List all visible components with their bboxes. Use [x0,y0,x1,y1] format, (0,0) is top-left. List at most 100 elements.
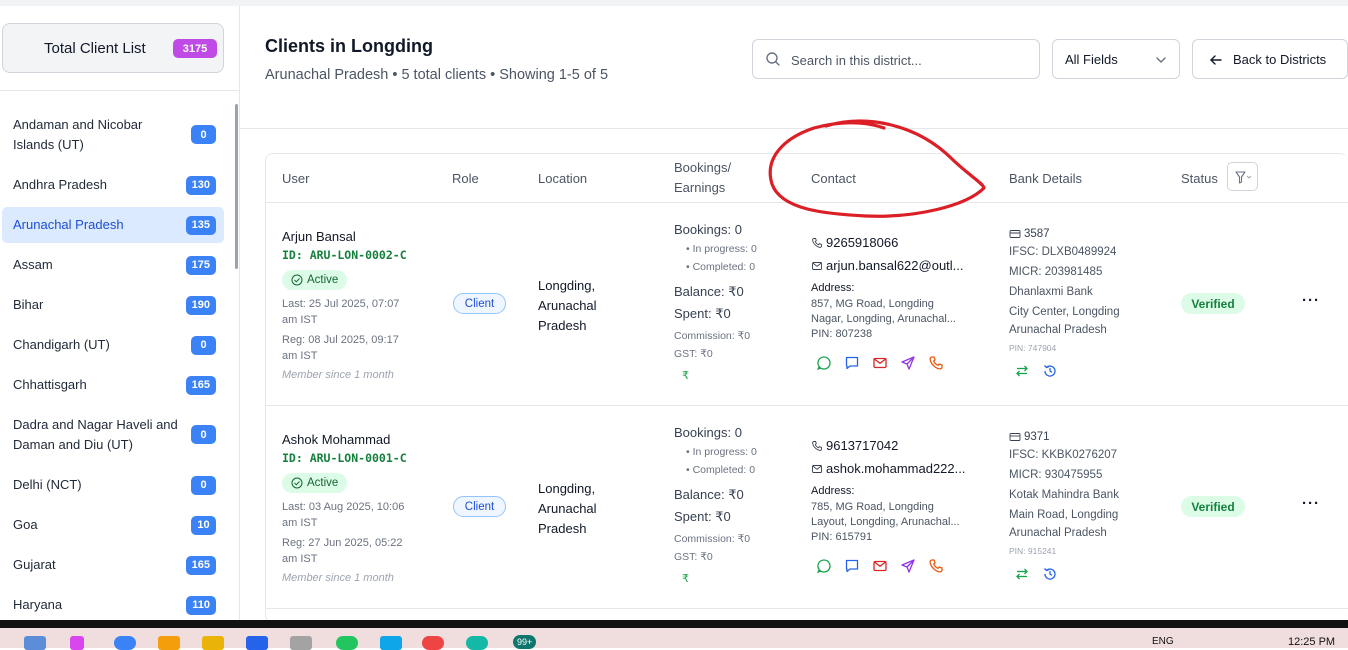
mail-icon [812,261,822,270]
sidebar-item-arunachal-pradesh[interactable]: Arunachal Pradesh 135 [2,207,224,243]
taskbar-notification-badge: 99+ [513,635,537,649]
sidebar-item-andaman-and-nicobar[interactable]: Andaman and Nicobar Islands (UT) 0 [2,105,224,165]
send-icon[interactable] [900,558,916,574]
sidebar-item-label: Andaman and Nicobar Islands (UT) [13,117,143,152]
bank-account: 9371 [1009,427,1050,447]
whatsapp-icon[interactable] [816,558,832,574]
contact-phone[interactable]: 9265918066 [811,235,898,250]
status-filter-button[interactable] [1227,162,1258,191]
os-taskbar-edge [0,620,1348,628]
more-options-icon[interactable]: ··· [1302,495,1320,512]
history-icon[interactable] [1042,363,1058,379]
phone-call-icon[interactable] [928,355,944,371]
column-header-bank-details[interactable]: Bank Details [1009,154,1082,202]
address-line2: Layout, Longding, Arunachal... [811,516,960,528]
location-line1: Longding, [538,278,596,293]
total-client-list-label: Total Client List [44,40,146,57]
column-header-location[interactable]: Location [538,154,587,202]
history-icon[interactable] [1042,566,1058,582]
last-seen-line1: Last: 03 Aug 2025, 10:06 [282,501,405,513]
transfer-icon[interactable] [1014,566,1030,582]
sidebar-item-haryana[interactable]: Haryana 110 [2,587,224,620]
location-line3: Pradesh [538,521,587,536]
gst-value: GST: ₹0 [674,551,713,563]
arrow-left-icon [1210,55,1222,65]
bank-ifsc: IFSC: KKBK0276207 [1009,449,1118,461]
sidebar-item-count: 0 [191,125,216,144]
member-since: Member since 1 month [282,369,394,381]
row-divider [266,608,1348,609]
sidebar-item-label: Delhi (NCT) [13,477,82,492]
bank-actions [1014,566,1058,582]
taskbar-clock[interactable]: 12:25 PM [1288,636,1335,648]
sidebar-item-andhra-pradesh[interactable]: Andhra Pradesh 130 [2,167,224,203]
column-header-role[interactable]: Role [452,154,479,202]
location-line2: Arunachal [538,298,597,313]
contact-email[interactable]: ashok.mohammad222... [811,461,965,476]
total-client-list-button[interactable]: Total Client List 3175 [2,23,224,73]
bank-name: Dhanlaxmi Bank [1009,286,1093,298]
registered-line2: am IST [282,350,318,362]
sidebar-item-chhattisgarh[interactable]: Chhattisgarh 165 [2,367,224,403]
email-icon[interactable] [872,558,888,574]
field-filter-value: All Fields [1065,52,1118,67]
location-line1: Longding, [538,481,596,496]
last-seen-line2: am IST [282,517,318,529]
sidebar-item-count: 135 [185,215,216,235]
registered-line1: Reg: 27 Jun 2025, 05:22 [282,537,403,549]
sidebar-item-label: Andhra Pradesh [13,177,107,192]
whatsapp-icon[interactable] [816,355,832,371]
sidebar-item-delhi[interactable]: Delhi (NCT) 0 [2,467,224,503]
address-pin: PIN: 615791 [811,531,873,543]
sidebar-item-goa[interactable]: Goa 10 [2,507,224,543]
column-header-bookings-line2: Earnings [674,180,726,195]
sidebar-item-chandigarh[interactable]: Chandigarh (UT) 0 [2,327,224,363]
taskbar-language[interactable]: ENG [1152,636,1174,647]
bookings-completed: • Completed: 0 [686,464,756,476]
rupee-icon: ₹ [682,370,689,382]
total-client-count-badge: 3175 [173,39,217,58]
table-row: Arjun Bansal ID: ARU-LON-0002-C Active L… [266,203,1348,406]
email-address: arjun.bansal622@outl... [826,258,964,273]
phone-call-icon[interactable] [928,558,944,574]
check-circle-icon [291,477,303,489]
sidebar-item-label: Bihar [13,297,44,312]
message-icon[interactable] [844,558,860,574]
address-line1: 857, MG Road, Longding [811,298,934,310]
transfer-icon[interactable] [1014,363,1030,379]
balance-value: Balance: ₹0 [674,487,744,502]
sidebar-item-count: 10 [191,515,216,535]
search-input[interactable] [791,50,1031,70]
more-options-icon[interactable]: ··· [1302,292,1320,309]
check-circle-icon [291,274,303,286]
bookings-count: Bookings: 0 [674,425,742,440]
column-header-bookings[interactable]: Bookings/ Earnings [674,154,731,202]
sidebar-item-assam[interactable]: Assam 175 [2,247,224,283]
location-line3: Pradesh [538,318,587,333]
sidebar-item-bihar[interactable]: Bihar 190 [2,287,224,323]
bookings-count: Bookings: 0 [674,222,742,237]
contact-actions [816,355,944,371]
sidebar-scrollbar[interactable] [235,104,238,269]
column-header-status[interactable]: Status [1181,154,1218,202]
mail-icon [812,464,822,473]
back-to-districts-button[interactable]: Back to Districts [1192,39,1348,79]
field-filter-select[interactable]: All Fields [1052,39,1180,79]
contact-email[interactable]: arjun.bansal622@outl... [811,258,964,273]
location-line2: Arunachal [538,501,597,516]
sidebar-item-label: Haryana [13,597,63,612]
sidebar-item-label: Goa [13,517,38,532]
email-icon[interactable] [872,355,888,371]
message-icon[interactable] [844,355,860,371]
sidebar-item-dadra-nagar-haveli[interactable]: Dadra and Nagar Haveli and Daman and Diu… [2,405,224,465]
contact-phone[interactable]: 9613717042 [811,438,898,453]
column-header-user[interactable]: User [282,154,309,202]
send-icon[interactable] [900,355,916,371]
sidebar-item-count: 190 [185,295,216,315]
page-subtitle: Arunachal Pradesh • 5 total clients • Sh… [265,67,609,83]
sidebar-item-count: 165 [185,375,216,395]
sidebar-item-label: Assam [13,257,53,272]
sidebar-item-count: 130 [185,175,216,195]
sidebar-item-gujarat[interactable]: Gujarat 165 [2,547,224,583]
contact-actions [816,558,944,574]
